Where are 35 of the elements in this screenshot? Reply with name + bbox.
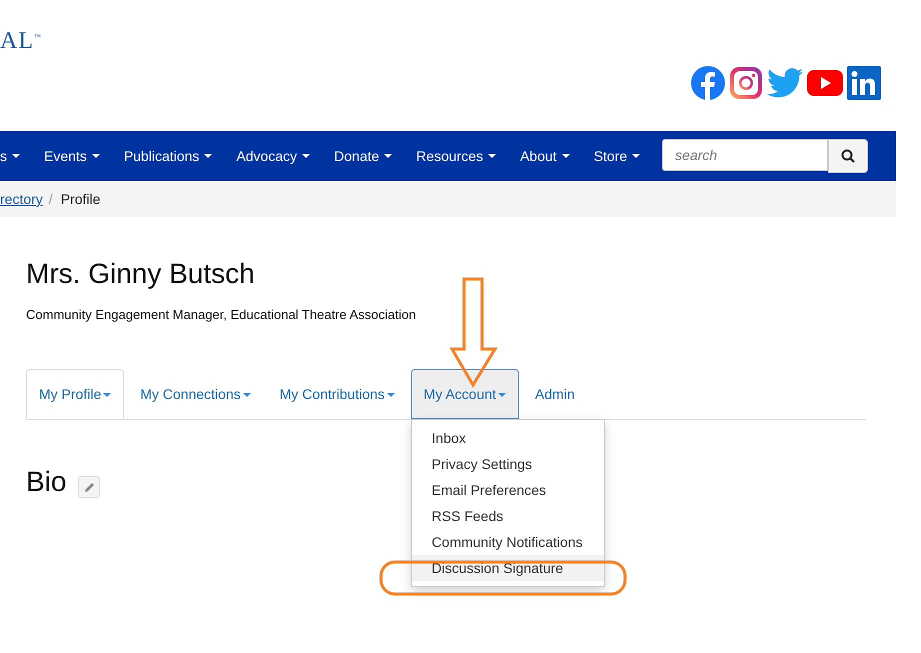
- menu-item[interactable]: RSS Feeds: [412, 503, 604, 529]
- search-icon: [841, 149, 856, 163]
- section-heading: Bio: [26, 466, 66, 498]
- nav-menu-item[interactable]: About: [508, 131, 582, 181]
- profile-tab[interactable]: My Account: [410, 369, 520, 419]
- play-icon[interactable]: [807, 70, 843, 96]
- linkedin-icon[interactable]: [847, 66, 881, 100]
- menu-item[interactable]: Email Preferences: [412, 477, 604, 503]
- nav-menu-item[interactable]: s: [0, 131, 32, 181]
- profile-title: Community Engagement Manager, Educational Theatre Association: [26, 307, 417, 322]
- profile-tab[interactable]: Admin: [522, 369, 588, 419]
- profile-tab[interactable]: My Connections: [127, 369, 264, 419]
- nav-menu-item[interactable]: Donate: [322, 131, 404, 181]
- bird-icon[interactable]: [767, 68, 803, 98]
- nav-menu-item[interactable]: Store: [582, 131, 652, 181]
- menu-item[interactable]: Inbox: [412, 425, 604, 451]
- instagram-icon[interactable]: [729, 66, 763, 100]
- nav-menu-item[interactable]: Advocacy: [224, 131, 322, 181]
- breadcrumb-link[interactable]: rectory: [0, 191, 43, 207]
- profile-tab[interactable]: My Contributions: [266, 369, 408, 419]
- search-button[interactable]: [828, 139, 868, 173]
- nav-menu-item[interactable]: Publications: [112, 131, 224, 181]
- logo-text: AL$^{™}$: [0, 28, 42, 55]
- facebook-icon[interactable]: [691, 66, 725, 100]
- menu-item[interactable]: Community Notifications: [412, 529, 604, 555]
- search-field[interactable]: search: [662, 139, 828, 171]
- edit-button[interactable]: [78, 476, 100, 498]
- breadcrumb-current: Profile: [60, 191, 100, 207]
- profile-tab[interactable]: My Profile: [26, 369, 124, 419]
- menu-item[interactable]: Privacy Settings: [412, 451, 604, 477]
- profile-name: Mrs. Ginny Butsch: [26, 257, 256, 291]
- nav-menu-item[interactable]: Events: [32, 131, 112, 181]
- nav-menu-item[interactable]: Resources: [404, 131, 508, 181]
- breadcrumb-separator: /: [48, 191, 54, 207]
- pencil-icon: [84, 482, 95, 492]
